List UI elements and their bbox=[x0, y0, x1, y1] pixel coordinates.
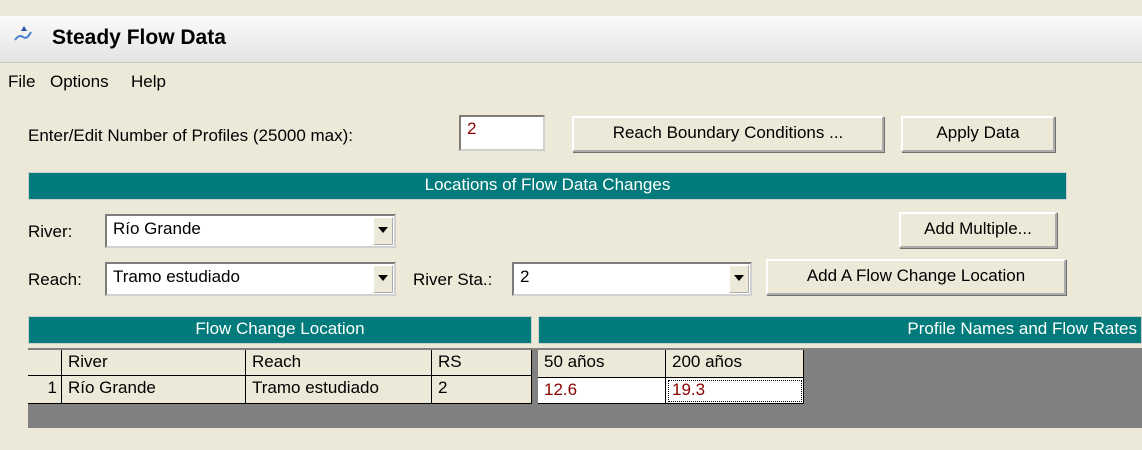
column-header-profile-1[interactable]: 50 años bbox=[538, 350, 666, 378]
column-header-rs[interactable]: RS bbox=[432, 350, 532, 376]
river-select[interactable]: Río Grande bbox=[105, 214, 396, 248]
chevron-down-icon[interactable] bbox=[373, 217, 393, 245]
reach-boundary-conditions-button[interactable]: Reach Boundary Conditions ... bbox=[572, 116, 884, 152]
locations-band: Locations of Flow Data Changes bbox=[28, 172, 1067, 200]
flow-change-location-band: Flow Change Location bbox=[28, 316, 532, 344]
title-bar: Steady Flow Data bbox=[0, 16, 1142, 63]
river-select-value: Río Grande bbox=[113, 219, 201, 238]
cell-flow-profile-2[interactable]: 19.3 bbox=[666, 378, 804, 404]
column-header-profile-2[interactable]: 200 años bbox=[666, 350, 804, 378]
reach-label: Reach: bbox=[28, 270, 82, 289]
cell-reach: Tramo estudiado bbox=[246, 376, 432, 404]
add-multiple-button[interactable]: Add Multiple... bbox=[899, 212, 1057, 248]
cell-rs: 2 bbox=[432, 376, 532, 404]
river-sta-label: River Sta.: bbox=[413, 270, 493, 289]
menu-help[interactable]: Help bbox=[131, 72, 166, 92]
menu-options[interactable]: Options bbox=[50, 72, 109, 92]
app-icon bbox=[14, 26, 32, 41]
profile-names-band: Profile Names and Flow Rates bbox=[538, 316, 1142, 344]
chevron-down-icon[interactable] bbox=[729, 265, 749, 293]
column-header-reach[interactable]: Reach bbox=[246, 350, 432, 376]
river-sta-select-value: 2 bbox=[520, 267, 530, 286]
menu-bar: File Options Help bbox=[0, 64, 1142, 100]
reach-select[interactable]: Tramo estudiado bbox=[105, 262, 396, 296]
river-sta-select[interactable]: 2 bbox=[512, 262, 752, 296]
menu-file[interactable]: File bbox=[8, 72, 35, 92]
grid-corner bbox=[28, 350, 62, 376]
cell-river: Río Grande bbox=[62, 376, 246, 404]
profiles-label: Enter/Edit Number of Profiles (25000 max… bbox=[28, 126, 354, 145]
column-header-river[interactable]: River bbox=[62, 350, 246, 376]
row-number[interactable]: 1 bbox=[28, 376, 62, 404]
steady-flow-window: Steady Flow Data File Options Help Enter… bbox=[0, 0, 1142, 450]
cell-flow-profile-1[interactable]: 12.6 bbox=[538, 378, 666, 404]
chevron-down-icon[interactable] bbox=[373, 265, 393, 293]
reach-select-value: Tramo estudiado bbox=[113, 267, 240, 286]
window-title: Steady Flow Data bbox=[52, 26, 226, 49]
river-label: River: bbox=[28, 222, 73, 241]
apply-data-button[interactable]: Apply Data bbox=[901, 116, 1055, 152]
add-flow-change-location-button[interactable]: Add A Flow Change Location bbox=[766, 259, 1066, 295]
profiles-count-input[interactable]: 2 bbox=[459, 115, 545, 151]
